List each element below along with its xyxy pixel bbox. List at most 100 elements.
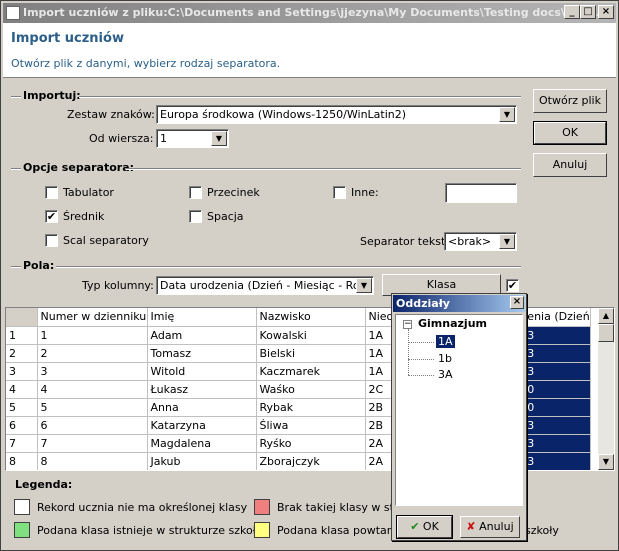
table-cell[interactable]: 2A: [365, 452, 395, 470]
collapse-icon[interactable]: −: [403, 320, 412, 329]
chevron-down-icon[interactable]: ▼: [499, 234, 515, 249]
maximize-button[interactable]: □: [580, 5, 596, 19]
table-cell[interactable]: 3: [37, 362, 148, 381]
table-cell[interactable]: 3: [523, 452, 591, 470]
tree-item-1a[interactable]: 1A: [435, 334, 456, 349]
open-file-button[interactable]: Otwórz plik: [533, 89, 607, 113]
charset-value: Europa środkowa (Windows-1250/WinLatin2): [160, 108, 407, 121]
table-cell[interactable]: Kowalski: [256, 326, 366, 345]
table-cell[interactable]: Zborajczyk: [256, 452, 366, 470]
table-cell[interactable]: 7: [37, 434, 148, 453]
popup-title[interactable]: Oddziały ×: [393, 295, 525, 312]
table-cell[interactable]: 3: [523, 344, 591, 363]
table-cell[interactable]: Anna: [147, 398, 257, 417]
table-cell[interactable]: 7: [6, 434, 38, 453]
table-cell[interactable]: 2: [6, 344, 38, 363]
table-cell[interactable]: 3: [523, 326, 591, 345]
from-row-label: Od wiersza:: [89, 132, 154, 145]
other-checkbox[interactable]: [333, 186, 346, 199]
popup-title-text: Oddziały: [396, 297, 450, 310]
table-cell[interactable]: 1A: [365, 362, 395, 381]
from-row-select[interactable]: 1 ▼: [156, 129, 229, 148]
tree-line: [408, 329, 409, 375]
popup-cancel-label: Anuluj: [479, 520, 514, 533]
chevron-down-icon[interactable]: ▼: [356, 278, 372, 293]
table-cell[interactable]: Magdalena: [147, 434, 257, 453]
table-cell[interactable]: Katarzyna: [147, 416, 257, 435]
minimize-button[interactable]: _: [564, 5, 580, 19]
ok-button[interactable]: OK: [533, 121, 607, 145]
table-cell[interactable]: 0: [523, 398, 591, 417]
comma-checkbox[interactable]: [189, 186, 202, 199]
klasa-checkbox[interactable]: ✔: [506, 279, 519, 292]
table-cell[interactable]: 6: [37, 416, 148, 435]
table-cell[interactable]: 8: [37, 452, 148, 470]
column-header[interactable]: Imię: [147, 308, 257, 327]
table-cell[interactable]: Witold: [147, 362, 257, 381]
comma-label: Przecinek: [207, 186, 260, 199]
table-cell[interactable]: 3: [523, 416, 591, 435]
column-header[interactable]: Nazwisko: [256, 308, 366, 327]
table-cell[interactable]: 0: [523, 380, 591, 399]
column-header[interactable]: Numer w dzienniku: [37, 308, 148, 327]
table-cell[interactable]: 5: [6, 398, 38, 417]
table-cell[interactable]: 3: [523, 434, 591, 453]
close-button[interactable]: ×: [598, 5, 614, 19]
title-bar[interactable]: Import uczniów z pliku:C:\Documents and …: [3, 3, 616, 23]
table-cell[interactable]: Bielski: [256, 344, 366, 363]
scroll-thumb[interactable]: [598, 324, 614, 342]
popup-close-icon[interactable]: ×: [510, 296, 524, 309]
tree-item-3a[interactable]: 3A: [438, 368, 453, 381]
semicolon-checkbox[interactable]: ✔: [45, 210, 58, 223]
table-cell[interactable]: 2C: [365, 380, 395, 399]
tree-root[interactable]: Gimnazjum: [418, 317, 487, 330]
table-cell[interactable]: Łukasz: [147, 380, 257, 399]
merge-checkbox[interactable]: [45, 234, 58, 247]
scroll-up-icon[interactable]: ▲: [598, 308, 614, 324]
chevron-down-icon[interactable]: ▼: [499, 107, 515, 122]
scroll-down-icon[interactable]: ▼: [598, 454, 614, 470]
table-cell[interactable]: 4: [6, 380, 38, 399]
table-cell[interactable]: 8: [6, 452, 38, 470]
column-header[interactable]: Nieo: [365, 308, 395, 327]
text-separator-select[interactable]: <brak> ▼: [444, 232, 517, 251]
table-cell[interactable]: 1: [6, 326, 38, 345]
table-cell[interactable]: 2: [37, 344, 148, 363]
table-cell[interactable]: Rybak: [256, 398, 366, 417]
table-cell[interactable]: Adam: [147, 326, 257, 345]
table-cell[interactable]: 2B: [365, 398, 395, 417]
text-separator-label: Separator tekstu: [360, 235, 453, 248]
table-cell[interactable]: 4: [37, 380, 148, 399]
table-cell[interactable]: Ryśko: [256, 434, 366, 453]
vertical-scrollbar[interactable]: ▲ ▼: [598, 308, 614, 470]
column-header[interactable]: [6, 308, 38, 327]
table-cell[interactable]: 2B: [365, 416, 395, 435]
table-cell[interactable]: Śliwa: [256, 416, 366, 435]
popup-cancel-button[interactable]: ✘ Anuluj: [460, 516, 520, 538]
table-cell[interactable]: 3: [523, 362, 591, 381]
table-cell[interactable]: Tomasz: [147, 344, 257, 363]
popup-ok-button[interactable]: ✔ OK: [396, 515, 453, 539]
table-cell[interactable]: 2A: [365, 434, 395, 453]
tab-checkbox[interactable]: [45, 186, 58, 199]
class-tree[interactable]: − Gimnazjum 1A 1b 3A: [395, 314, 523, 506]
cancel-button[interactable]: Anuluj: [533, 153, 607, 177]
table-cell[interactable]: Jakub: [147, 452, 257, 470]
legend-text-class-repeats: Podana klasa powtarza: [277, 524, 404, 537]
table-cell[interactable]: Waśko: [256, 380, 366, 399]
table-cell[interactable]: 5: [37, 398, 148, 417]
table-cell[interactable]: 3: [6, 362, 38, 381]
chevron-down-icon[interactable]: ▼: [211, 131, 227, 146]
column-header[interactable]: enia (Dzień: [523, 308, 591, 327]
charset-select[interactable]: Europa środkowa (Windows-1250/WinLatin2)…: [156, 105, 517, 124]
tree-item-1b[interactable]: 1b: [438, 352, 452, 365]
legend-text-tail: szkoły: [525, 524, 559, 537]
table-cell[interactable]: 6: [6, 416, 38, 435]
table-cell[interactable]: 1A: [365, 344, 395, 363]
other-separator-input[interactable]: [445, 183, 517, 203]
column-type-select[interactable]: Data urodzenia (Dzień - Miesiąc - Rok) ▼: [156, 276, 374, 295]
table-cell[interactable]: Kaczmarek: [256, 362, 366, 381]
table-cell[interactable]: 1: [37, 326, 148, 345]
table-cell[interactable]: 1A: [365, 326, 395, 345]
space-checkbox[interactable]: [189, 210, 202, 223]
